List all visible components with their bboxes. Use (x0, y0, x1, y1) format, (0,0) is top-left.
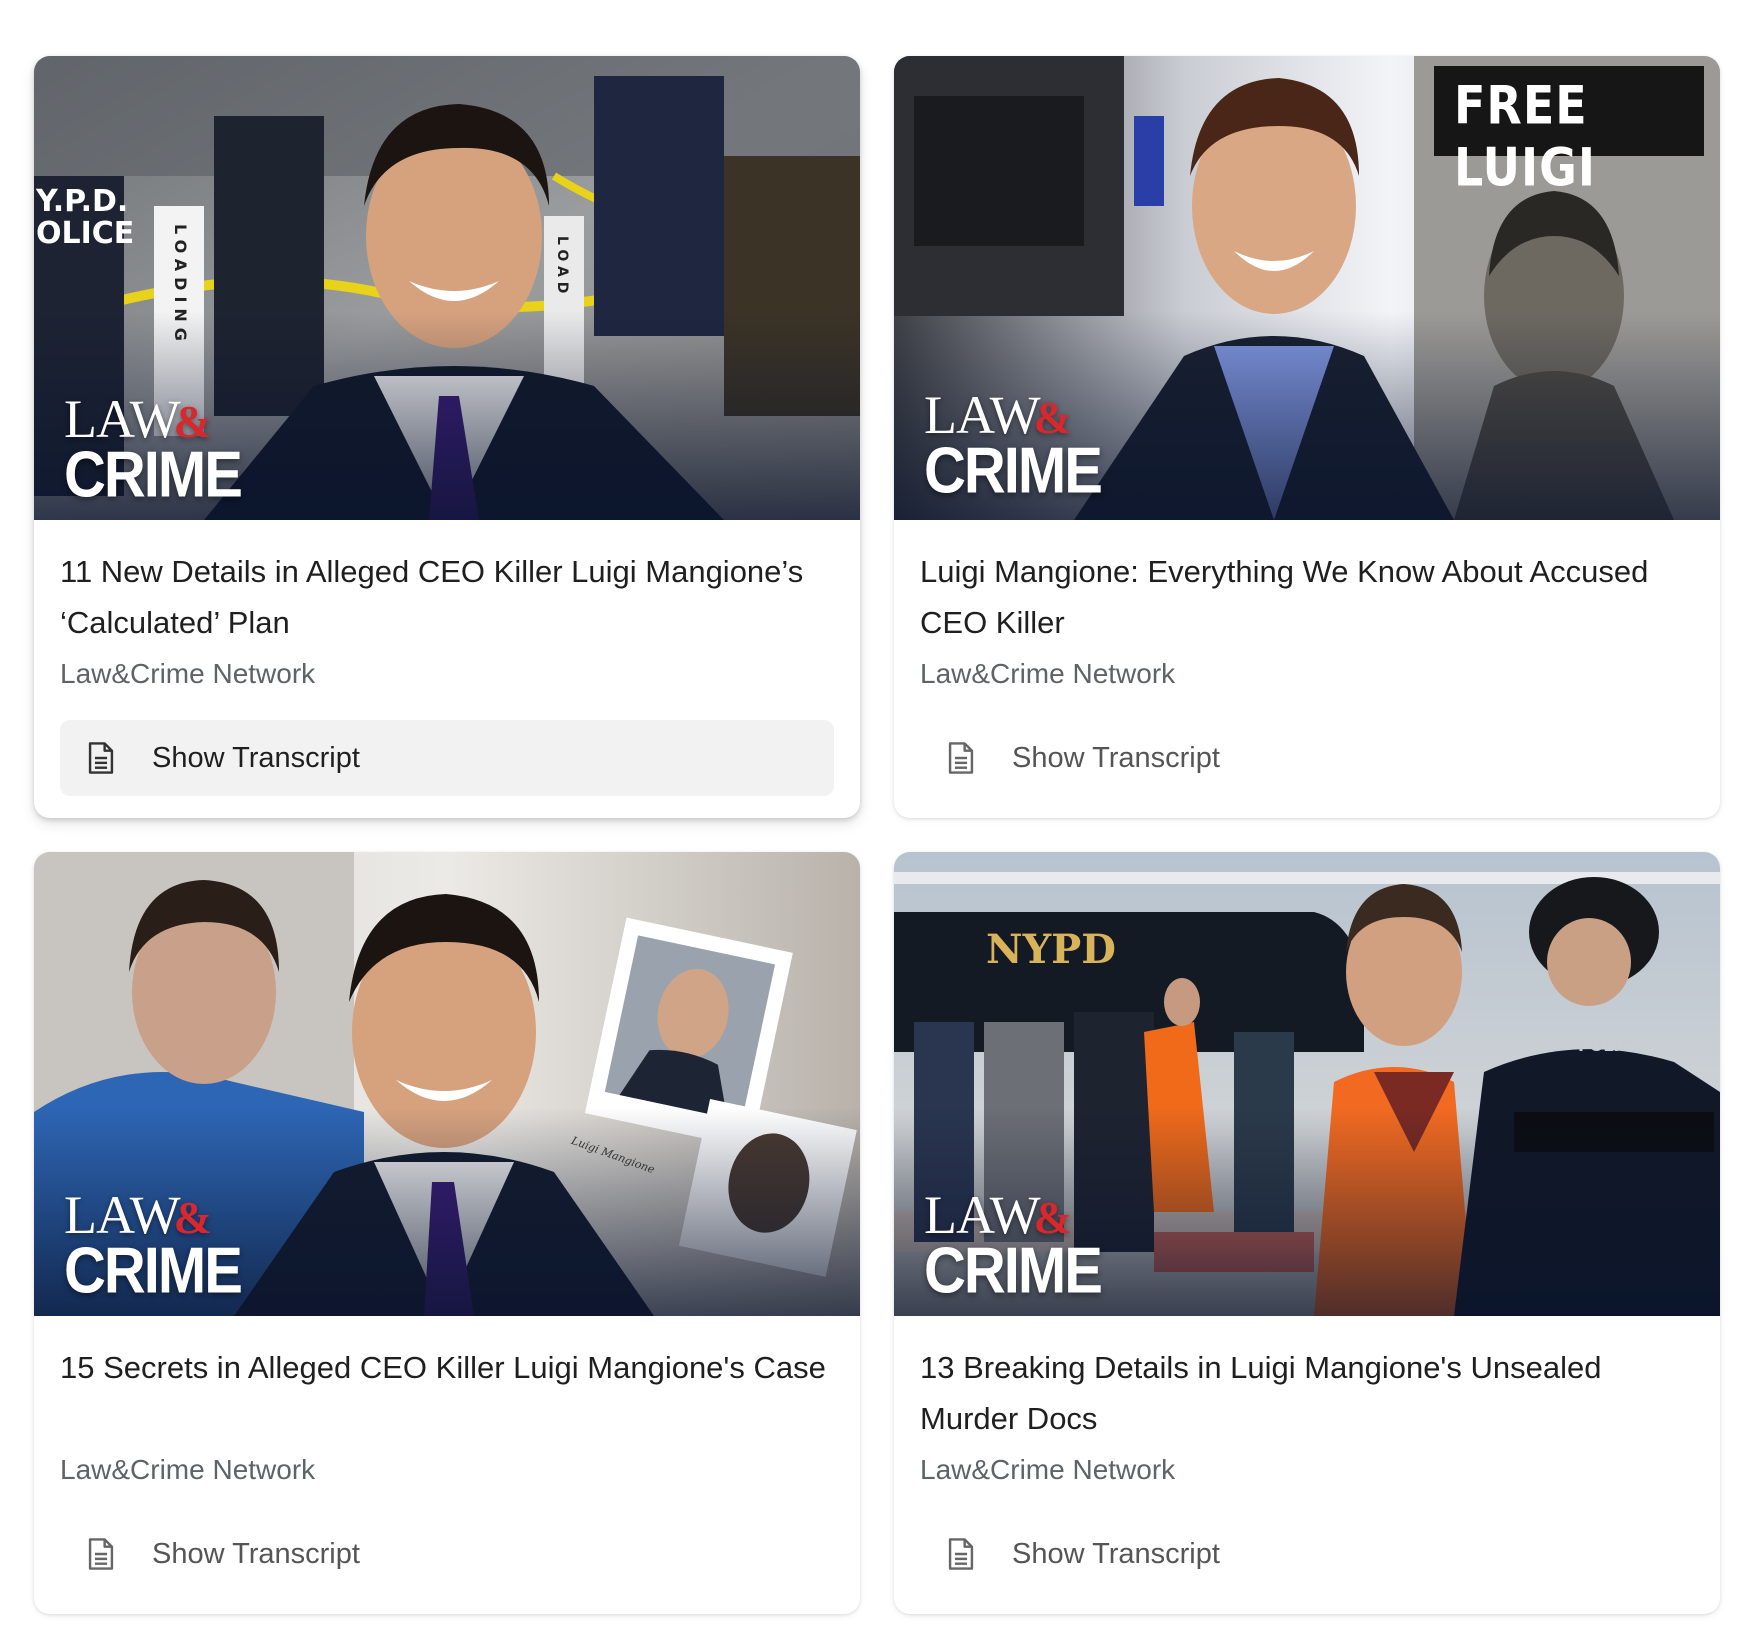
show-transcript-button[interactable]: Show Transcript (60, 1516, 834, 1592)
video-card[interactable]: FREE LUIGI LAW& CRIME Luigi Mangione: Ev… (894, 56, 1720, 818)
channel-logo: LAW& CRIME (924, 384, 1103, 507)
document-icon (948, 742, 974, 774)
document-icon (948, 1538, 974, 1570)
channel-logo: LAW& CRIME (924, 1184, 1103, 1307)
channel-logo: LAW& CRIME (64, 388, 243, 511)
video-card[interactable]: Y.P.D. OLICE LOADING LOAD LAW& CRIME 11 … (34, 56, 860, 818)
video-thumbnail[interactable]: NYPD POLICE LAW& CRIME (894, 852, 1720, 1316)
video-thumbnail[interactable]: FREE LUIGI LAW& CRIME (894, 56, 1720, 520)
document-icon (88, 742, 114, 774)
video-title[interactable]: Luigi Mangione: Everything We Know About… (920, 546, 1694, 648)
video-thumbnail[interactable]: Luigi Mangione LAW& CRIME (34, 852, 860, 1316)
video-card[interactable]: Luigi Mangione LAW& CRIME 15 Secrets in … (34, 852, 860, 1614)
channel-name: Law&Crime Network (60, 1454, 316, 1485)
video-grid: Y.P.D. OLICE LOADING LOAD LAW& CRIME 11 … (34, 56, 1720, 1614)
video-title[interactable]: 13 Breaking Details in Luigi Mangione's … (920, 1342, 1694, 1444)
show-transcript-label: Show Transcript (152, 1537, 360, 1570)
video-title[interactable]: 11 New Details in Alleged CEO Killer Lui… (60, 546, 834, 648)
video-thumbnail[interactable]: Y.P.D. OLICE LOADING LOAD LAW& CRIME (34, 56, 860, 520)
video-card[interactable]: NYPD POLICE LAW& CRIME 13 Breaking Detai… (894, 852, 1720, 1614)
show-transcript-button[interactable]: Show Transcript (920, 1516, 1694, 1592)
channel-name: Law&Crime Network (920, 658, 1176, 689)
show-transcript-label: Show Transcript (152, 741, 360, 774)
document-icon (88, 1538, 114, 1570)
show-transcript-label: Show Transcript (1012, 1537, 1220, 1570)
show-transcript-button[interactable]: Show Transcript (60, 720, 834, 796)
channel-name: Law&Crime Network (60, 658, 316, 689)
show-transcript-label: Show Transcript (1012, 741, 1220, 774)
channel-name: Law&Crime Network (920, 1454, 1176, 1485)
video-title[interactable]: 15 Secrets in Alleged CEO Killer Luigi M… (60, 1342, 834, 1444)
show-transcript-button[interactable]: Show Transcript (920, 720, 1694, 796)
channel-logo: LAW& CRIME (64, 1184, 243, 1307)
